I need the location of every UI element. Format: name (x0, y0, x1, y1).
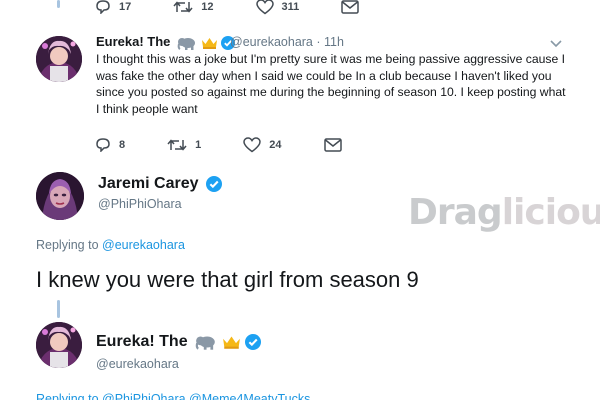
envelope-icon (323, 138, 342, 152)
like-action[interactable]: 24 (243, 137, 282, 153)
handle[interactable]: @PhiPhiOhara (98, 197, 182, 211)
retweet-icon (173, 1, 193, 13)
top-tweet-actions: 17 12 311 (95, 0, 401, 16)
tweet1-actions: 8 1 24 (95, 136, 384, 154)
handle[interactable]: @eurekaohara (96, 357, 179, 371)
elephant-emoji (177, 37, 196, 50)
heart-icon (243, 137, 262, 153)
crown-emoji (201, 38, 217, 50)
replying-to: Replying to @PhiPhiOhara @Meme4MeatyTuck… (36, 392, 311, 400)
avatar[interactable] (36, 36, 82, 82)
reply-icon (96, 0, 110, 14)
retweet-count: 1 (195, 139, 202, 151)
chevron-down-icon[interactable] (550, 40, 562, 48)
elephant-emoji (195, 336, 215, 350)
verified-badge-icon (244, 333, 261, 350)
message-action[interactable] (323, 138, 342, 152)
display-name[interactable]: Jaremi Carey (98, 175, 222, 193)
reply-action[interactable]: 17 (95, 0, 131, 14)
avatar[interactable] (36, 172, 84, 220)
retweet-count: 12 (201, 1, 214, 13)
like-count: 24 (269, 139, 282, 151)
retweet-action[interactable]: 1 (167, 138, 201, 152)
reply-action[interactable]: 8 (95, 138, 125, 152)
display-name[interactable]: Eureka! The (96, 34, 236, 50)
message-action[interactable] (341, 0, 359, 14)
watermark: Draglicious (408, 192, 600, 233)
reply-count: 17 (119, 1, 132, 13)
like-count: 311 (281, 1, 300, 13)
crown-emoji (222, 336, 240, 350)
reply-icon (96, 138, 110, 152)
thread-line-top (57, 0, 60, 8)
avatar[interactable] (36, 322, 82, 368)
heart-icon (255, 0, 274, 15)
retweet-action[interactable]: 12 (173, 0, 214, 14)
tweet-text: I thought this was a joke but I'm pretty… (96, 52, 566, 116)
mention-link[interactable]: @eurekaohara (102, 238, 185, 252)
reply-count: 8 (119, 139, 126, 151)
verified-badge-icon (205, 175, 222, 192)
envelope-icon (341, 0, 359, 14)
like-action[interactable]: 311 (255, 0, 300, 15)
handle-time[interactable]: @eurekaohara · 11h (230, 35, 344, 49)
display-name[interactable]: Eureka! The (96, 333, 261, 351)
retweet-icon (167, 139, 187, 151)
thread-line-middle (57, 300, 60, 318)
tweet-text: I knew you were that girl from season 9 (36, 267, 419, 292)
replying-to: Replying to @eurekaohara (36, 238, 185, 252)
